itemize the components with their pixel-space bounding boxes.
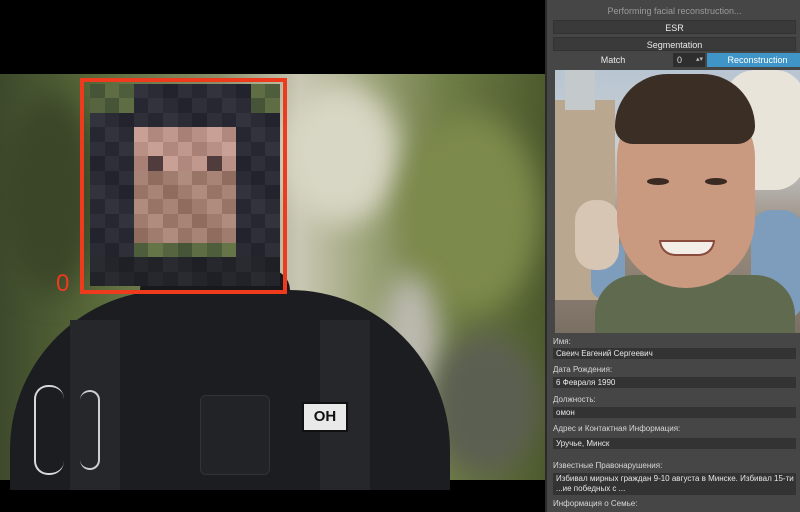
reconstruction-button[interactable]: Reconstruction [707,53,800,67]
earpiece-cable [34,385,64,475]
name-label: Имя: [553,337,571,346]
video-pane: ОН 0 [0,0,545,512]
earpiece-cable [80,390,100,470]
offenses-label: Известные Правонарушения: [553,461,663,470]
background-blur [280,84,400,224]
match-spinbox[interactable]: 0 ▴▾ [673,53,705,67]
face-detection-box[interactable] [80,78,287,294]
segmentation-button[interactable]: Segmentation [553,37,796,51]
name-value: Свеич Евгений Сергеевич [553,348,796,359]
vest-pouch [200,395,270,475]
matched-profile-photo [555,70,800,333]
birthdate-value: 6 Февраля 1990 [553,377,796,388]
photo-hair [615,74,755,144]
position-label: Должность: [553,395,596,404]
photo-mouth [659,240,715,256]
status-text: Performing facial reconstruction... [607,6,742,16]
face-index-label: 0 [56,270,70,297]
photo-child-arm [575,200,619,270]
photo-eye [647,178,669,185]
reconstruction-panel: Performing facial reconstruction... ESR … [545,0,800,512]
match-row: Match 0 ▴▾ Reconstruction [553,53,800,67]
match-label: Match [600,55,626,65]
spin-arrows-icon[interactable]: ▴▾ [696,53,703,67]
address-label: Адрес и Контактная Информация: [553,424,681,433]
photo-eye [705,178,727,185]
esr-button[interactable]: ESR [553,20,796,34]
match-value: 0 [677,55,683,65]
offenses-value: Избивал мирных граждан 9-10 августа в Ми… [553,473,796,495]
vest-patch: ОН [302,402,348,432]
photo-building [565,70,595,110]
family-label: Информация о Семье: [553,499,638,508]
address-value: Уручье, Минск [553,438,796,449]
position-value: омон [553,407,796,418]
birthdate-label: Дата Рождения: [553,365,613,374]
